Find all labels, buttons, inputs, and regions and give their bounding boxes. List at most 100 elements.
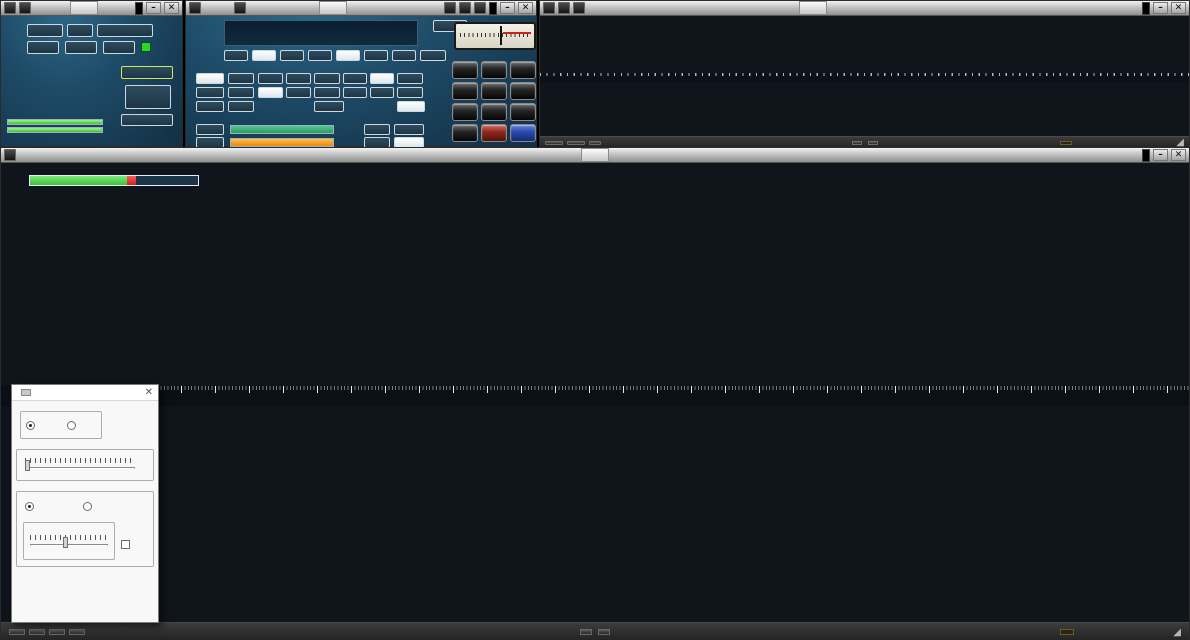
sp1-button[interactable]	[27, 41, 59, 54]
band-key-80[interactable]	[481, 61, 507, 79]
agc-checkbox[interactable]	[121, 540, 134, 549]
sp2-button[interactable]	[65, 41, 97, 54]
mode-fm-button[interactable]	[280, 50, 304, 61]
main-sp-close-icon[interactable]: ✕	[1171, 149, 1186, 161]
aux-wf-button[interactable]	[567, 141, 585, 145]
qms-button[interactable]	[196, 101, 224, 112]
sr-button[interactable]	[67, 24, 93, 37]
lo-lock-button[interactable]	[121, 66, 173, 79]
main-sp-sp-wf-button[interactable]	[49, 629, 65, 635]
zap-button[interactable]	[314, 87, 340, 98]
stop-button[interactable]	[125, 85, 171, 109]
main-resize-handle[interactable]: ◢	[1173, 627, 1181, 638]
main-zoom-in-button[interactable]	[598, 629, 610, 635]
squelch-bar[interactable]	[230, 125, 334, 134]
vfo-a-button[interactable]	[196, 73, 224, 84]
volume-bar[interactable]	[230, 138, 334, 147]
filter-11k-button[interactable]	[343, 87, 367, 98]
rx-minimize-icon[interactable]: –	[500, 2, 515, 14]
main-minimize-icon[interactable]: –	[146, 2, 161, 14]
swfm-button[interactable]	[286, 87, 311, 98]
aux-sett-button[interactable]	[543, 2, 555, 14]
mode-usb-button[interactable]	[392, 50, 416, 61]
band-key-40[interactable]	[510, 61, 536, 79]
agc-off-button[interactable]	[364, 124, 390, 135]
gain-custom-radio[interactable]	[83, 502, 96, 511]
main-sp-sp-button[interactable]	[9, 629, 25, 635]
rf-hiimp-radio[interactable]	[67, 421, 80, 430]
filter-8000-button[interactable]	[370, 73, 394, 84]
rsyn1-button[interactable]	[444, 2, 456, 14]
band-key-30[interactable]	[452, 82, 478, 100]
frequency-display[interactable]	[224, 20, 418, 46]
mode-sam-button[interactable]	[252, 50, 276, 61]
a-to-b-button[interactable]	[228, 73, 254, 84]
aux-zoom-out-button[interactable]	[852, 141, 862, 145]
mode-user-button[interactable]	[420, 50, 446, 61]
main-info-button[interactable]	[1060, 629, 1074, 635]
aux-fmaf-button[interactable]	[573, 2, 585, 14]
main-ma-button[interactable]	[19, 2, 31, 14]
nbw-button[interactable]	[397, 73, 423, 84]
band-key-160[interactable]	[452, 61, 478, 79]
rf-50ohm-radio[interactable]	[26, 421, 39, 430]
clear-key[interactable]	[481, 124, 507, 142]
main-sp-sett-button[interactable]	[4, 149, 16, 161]
aux-close-icon[interactable]: ✕	[1171, 2, 1186, 14]
main-sp-clock	[1142, 149, 1150, 162]
sqlc-button[interactable]	[196, 124, 224, 135]
mem-pan-button[interactable]	[121, 114, 173, 126]
mfm-button[interactable]	[286, 73, 311, 84]
nfm-button[interactable]	[258, 73, 283, 84]
dialog-close-icon[interactable]: ✕	[145, 387, 153, 398]
mode-am-button[interactable]	[224, 50, 248, 61]
nbn-button[interactable]	[397, 87, 423, 98]
main-sp-wf-button[interactable]	[29, 629, 45, 635]
vfo-b-button[interactable]	[196, 87, 224, 98]
rx-exw-button[interactable]	[234, 2, 246, 14]
main-close-icon[interactable]: ✕	[164, 2, 179, 14]
mode-lsb-button[interactable]	[364, 50, 388, 61]
opt-button[interactable]	[27, 24, 63, 37]
aux-sp-wf-button[interactable]	[589, 141, 601, 145]
qmr-button[interactable]	[228, 101, 254, 112]
rx-button[interactable]	[103, 41, 135, 54]
b-to-a-button[interactable]	[228, 87, 254, 98]
cwpk-button[interactable]	[314, 73, 340, 84]
gain-default-radio[interactable]	[25, 502, 38, 511]
aux-minimize-icon[interactable]: –	[1153, 2, 1168, 14]
cwafc-button[interactable]	[314, 101, 344, 112]
rx-sett-button[interactable]	[189, 2, 201, 14]
mode-cw-button[interactable]	[308, 50, 332, 61]
main-sett-button[interactable]	[4, 2, 16, 14]
mode-dsb-button[interactable]	[336, 50, 360, 61]
rec-panel-button[interactable]	[97, 24, 153, 37]
aux-zoom-in-button[interactable]	[868, 141, 878, 145]
band-key-17[interactable]	[510, 82, 536, 100]
band-key-2[interactable]	[452, 124, 478, 142]
aux-sp-button[interactable]	[545, 141, 563, 145]
band-key-15[interactable]	[452, 103, 478, 121]
agc-fast-button[interactable]	[394, 124, 424, 135]
aux-waterfall-canvas[interactable]	[540, 82, 1189, 136]
filter-6000-button[interactable]	[343, 73, 367, 84]
main-zoom-out-button[interactable]	[580, 629, 592, 635]
band-key-10[interactable]	[510, 103, 536, 121]
mctr-button[interactable]	[459, 2, 471, 14]
wfm-button[interactable]	[258, 87, 283, 98]
rx-close-icon[interactable]: ✕	[518, 2, 533, 14]
aux-f-button[interactable]	[558, 2, 570, 14]
tctr-button[interactable]	[474, 2, 486, 14]
main-sp-minimize-icon[interactable]: –	[1153, 149, 1168, 161]
gain-slider[interactable]	[30, 535, 108, 546]
filter-20k-button[interactable]	[370, 87, 394, 98]
aux-spectrum-canvas[interactable]	[540, 16, 1189, 73]
band-key-12[interactable]	[481, 103, 507, 121]
nboff-button[interactable]	[397, 101, 425, 112]
aux-info-button[interactable]	[1060, 141, 1072, 145]
main-sp-combo-button[interactable]	[69, 629, 85, 635]
enter-key[interactable]	[510, 124, 536, 142]
main-waterfall-canvas[interactable]	[1, 406, 1190, 622]
band-key-20[interactable]	[481, 82, 507, 100]
attenuator-slider[interactable]	[25, 458, 135, 469]
